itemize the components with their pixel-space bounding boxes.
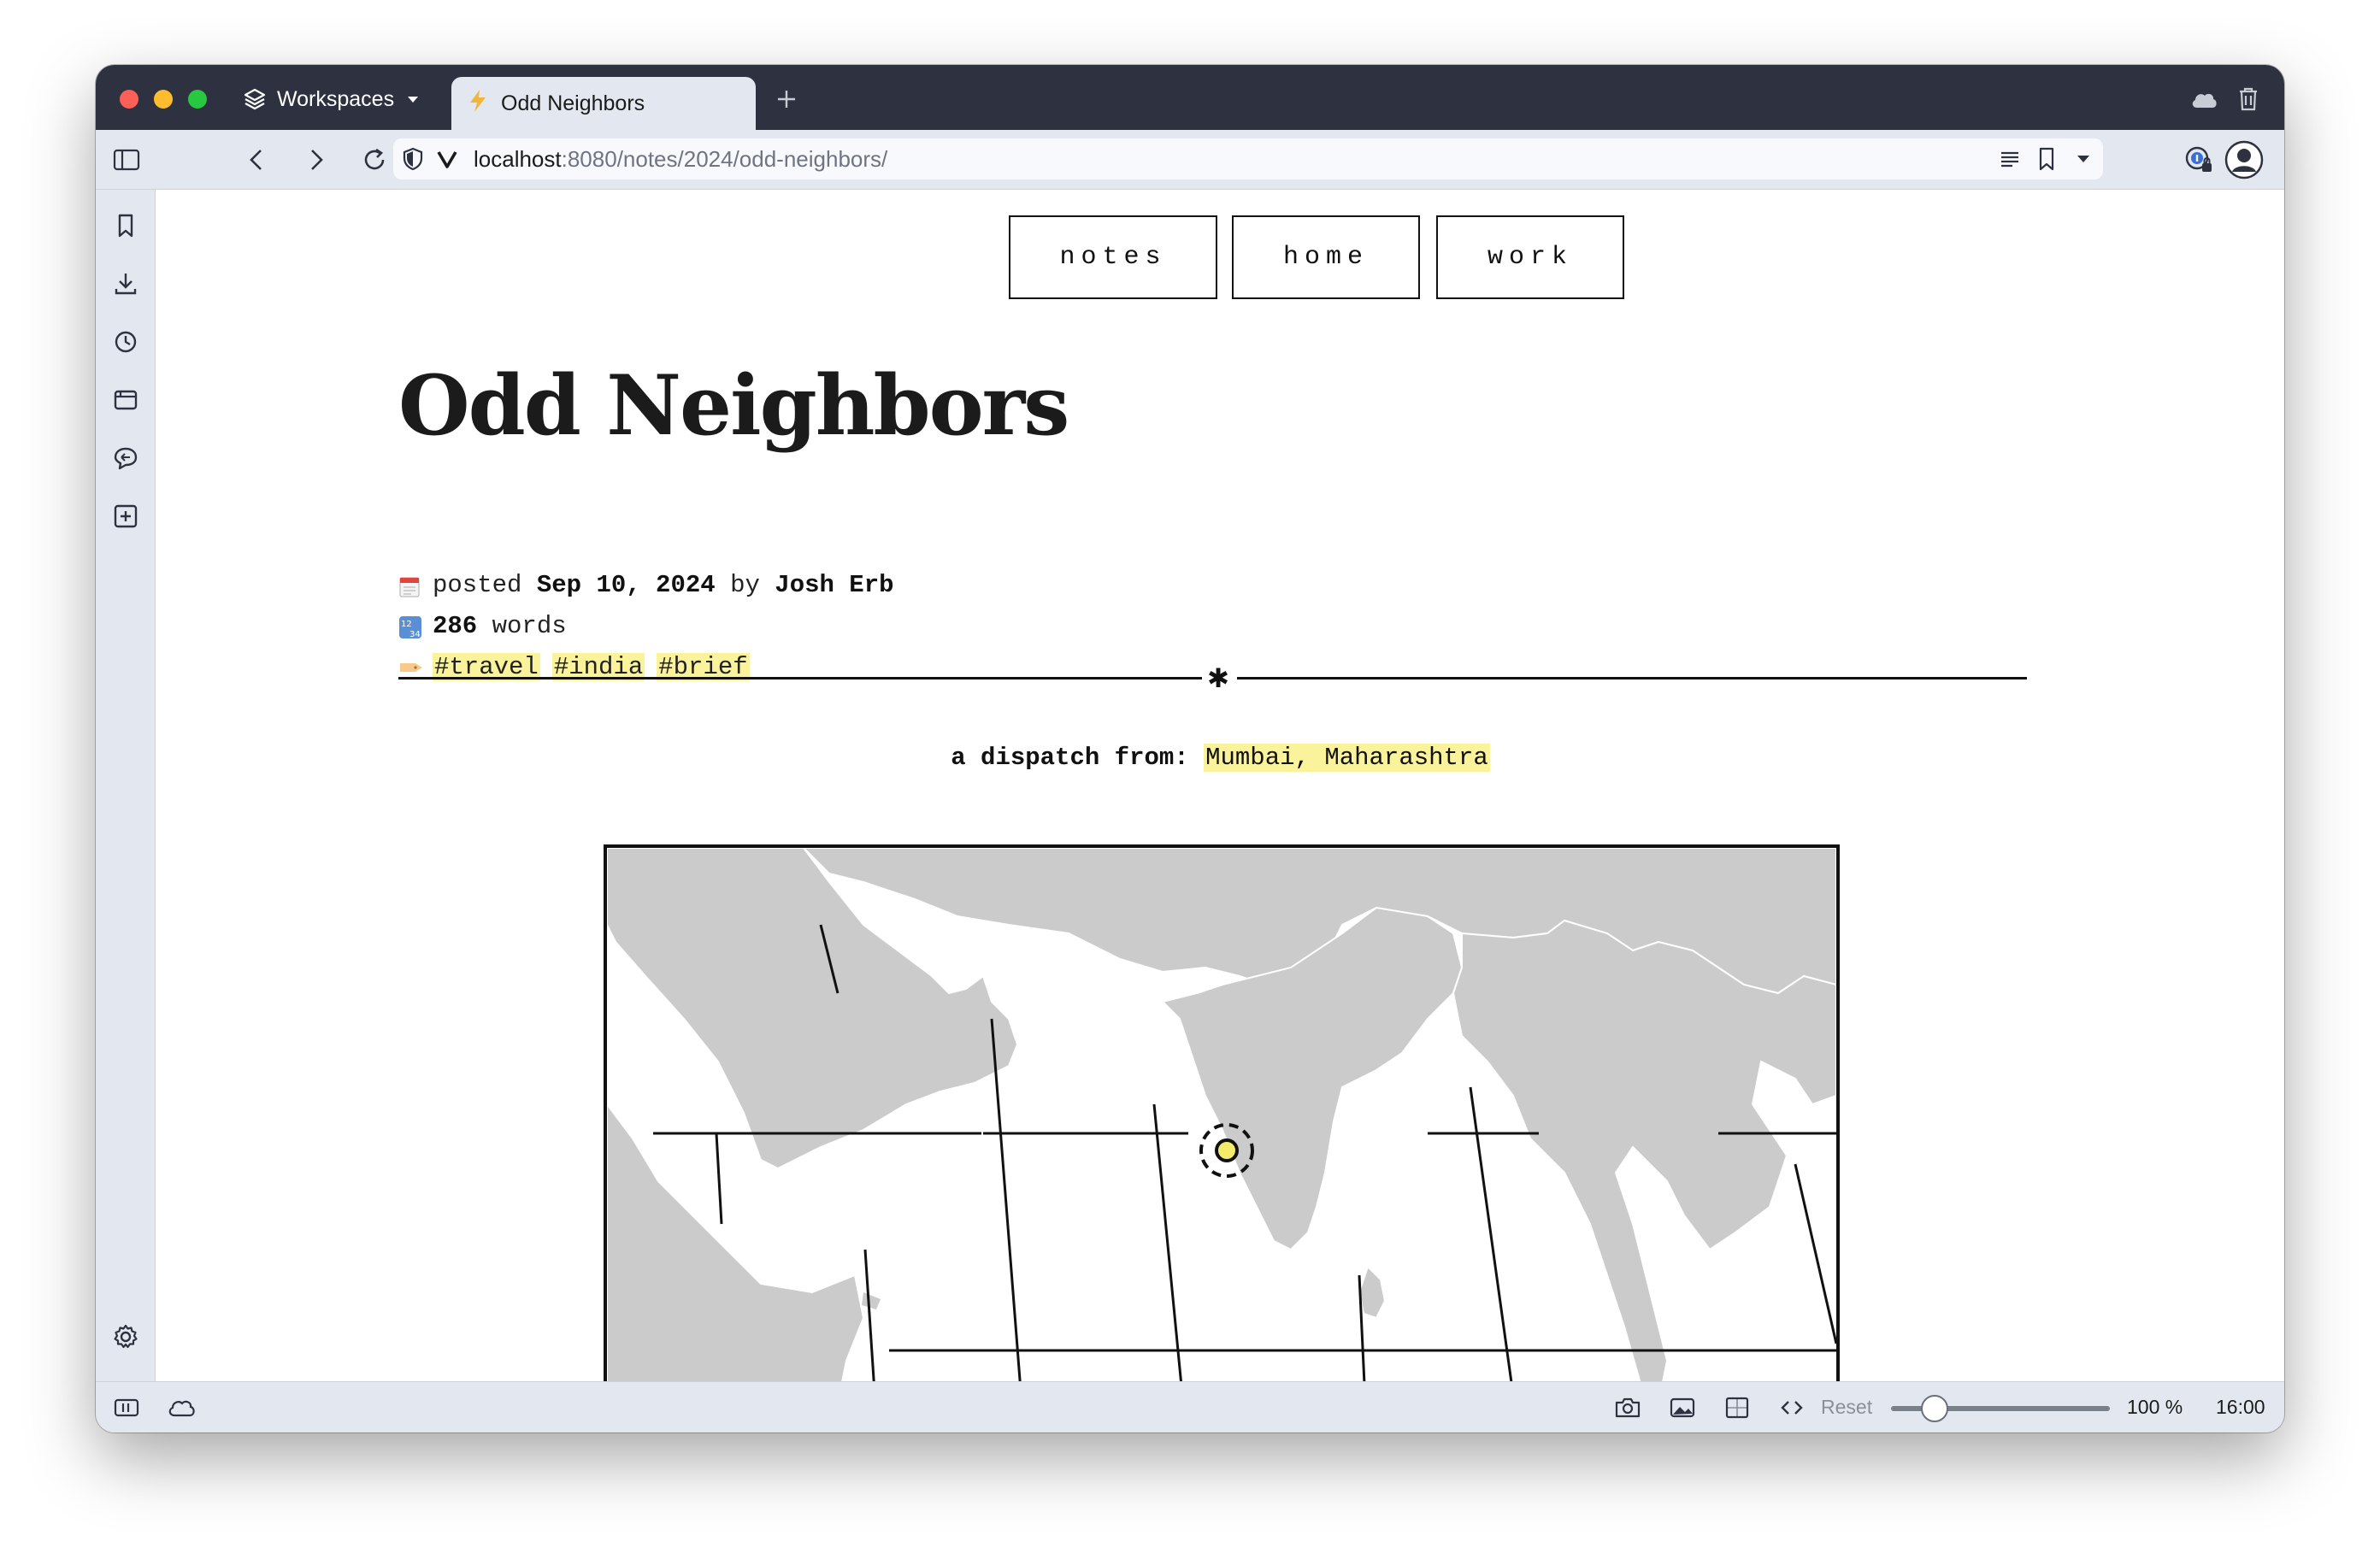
status-bar: Reset 100 % 16:00 <box>96 1381 2284 1433</box>
workspaces-label: Workspaces <box>277 86 395 111</box>
word-count: 286 <box>433 612 478 640</box>
trash-icon <box>2240 87 2257 111</box>
dispatch-line: a dispatch from: Mumbai, Maharashtra <box>156 744 2284 772</box>
numbers-icon: 12 34 <box>398 615 421 639</box>
caret-down-icon <box>404 91 421 108</box>
shield-icon[interactable] <box>402 147 424 175</box>
layers-icon <box>243 87 267 111</box>
chat-panel-button[interactable] <box>109 441 143 475</box>
close-window-button[interactable] <box>120 90 138 109</box>
gear-icon <box>114 1324 138 1349</box>
address-bar[interactable]: localhost:8080/notes/2024/odd-neighbors/ <box>393 138 2103 179</box>
reload-button[interactable] <box>357 143 392 177</box>
reader-view-icon[interactable] <box>1999 149 2021 174</box>
nav-work-button[interactable]: work <box>1436 215 1624 299</box>
zoom-level: 100 % <box>2127 1396 2183 1418</box>
dispatch-label: a dispatch from: <box>951 744 1189 772</box>
post-date-row: posted Sep 10, 2024 by Josh Erb <box>398 571 894 599</box>
side-panel <box>96 190 156 1381</box>
window-icon <box>114 390 138 410</box>
toggle-sidebar-button[interactable] <box>109 143 144 177</box>
sync-cloud-button[interactable] <box>2189 84 2219 115</box>
page-title: Odd Neighbors <box>398 357 1069 454</box>
tab-odd-neighbors[interactable]: Odd Neighbors <box>451 77 756 130</box>
back-button[interactable] <box>239 143 274 177</box>
dispatch-location[interactable]: Mumbai, Maharashtra <box>1204 744 1490 772</box>
bookmark-icon[interactable] <box>2036 146 2057 176</box>
bookmarks-panel-button[interactable] <box>109 209 143 243</box>
zoom-reset-button[interactable]: Reset <box>1821 1396 1872 1419</box>
zoom-slider-thumb[interactable] <box>1921 1395 1949 1422</box>
download-icon <box>115 274 137 295</box>
bookmark-icon <box>118 214 133 238</box>
divider-right <box>1237 677 2027 679</box>
sidebar-icon <box>113 149 140 171</box>
trash-button[interactable] <box>2233 84 2264 115</box>
reload-icon <box>364 148 385 170</box>
label-tag-icon <box>398 656 422 679</box>
extension-button[interactable] <box>2182 143 2216 177</box>
profile-avatar[interactable] <box>2224 140 2264 179</box>
clock-icon <box>115 331 137 353</box>
url-text: localhost:8080/notes/2024/odd-neighbors/ <box>474 146 888 172</box>
user-avatar-icon <box>2224 140 2264 179</box>
divider-left <box>398 677 1202 679</box>
password-manager-icon <box>2185 146 2212 172</box>
svg-text:34: 34 <box>409 630 421 639</box>
new-tab-button[interactable] <box>771 84 802 115</box>
page-tiling-button[interactable] <box>1720 1391 1754 1425</box>
add-square-icon <box>114 504 138 528</box>
settings-button[interactable] <box>109 1320 143 1354</box>
tab-bar: Workspaces Odd Neighbors <box>96 65 2284 130</box>
chevron-left-icon <box>250 150 262 170</box>
code-brackets-icon <box>1781 1401 1803 1415</box>
dropdown-caret-icon[interactable] <box>2074 150 2093 172</box>
posted-prefix: posted <box>433 571 522 599</box>
sync-status-button[interactable] <box>164 1391 198 1425</box>
screenshot-button[interactable] <box>1611 1391 1645 1425</box>
nav-home-button[interactable]: home <box>1232 215 1420 299</box>
forward-button[interactable] <box>299 143 333 177</box>
by-word: by <box>730 571 760 599</box>
cloud-outline-icon <box>168 1400 195 1417</box>
minimize-window-button[interactable] <box>154 90 173 109</box>
page-content: notes home work Odd Neighbors posted Sep… <box>156 190 2284 1381</box>
svg-text:12: 12 <box>401 620 412 629</box>
downloads-panel-button[interactable] <box>109 267 143 301</box>
workspaces-button[interactable]: Workspaces <box>243 82 421 116</box>
cloud-icon <box>2192 93 2217 108</box>
bolt-icon <box>467 88 489 120</box>
calendar-icon <box>398 574 421 597</box>
panel-toggle-button[interactable] <box>109 1391 144 1425</box>
tab-title: Odd Neighbors <box>501 91 645 115</box>
vivaldi-v-icon <box>436 149 458 174</box>
post-date: Sep 10, 2024 <box>536 571 716 599</box>
camera-icon <box>1615 1397 1641 1418</box>
chat-bubble-icon <box>114 447 138 470</box>
address-toolbar: localhost:8080/notes/2024/odd-neighbors/ <box>96 130 2284 190</box>
divider-star: ✱ <box>1208 660 1229 698</box>
tiling-icon <box>1725 1397 1749 1419</box>
history-panel-button[interactable] <box>109 325 143 359</box>
images-toggle-button[interactable] <box>1665 1391 1700 1425</box>
clock-time: 16:00 <box>2216 1396 2265 1418</box>
maximize-window-button[interactable] <box>188 90 207 109</box>
browser-window: Workspaces Odd Neighbors localhost:8080/… <box>96 65 2284 1433</box>
words-label: words <box>492 612 567 640</box>
location-map <box>604 844 1840 1381</box>
word-count-row: 12 34 286 words <box>398 612 567 640</box>
map-graphic <box>607 848 1836 1381</box>
panel-toggle-icon <box>114 1398 139 1417</box>
post-author: Josh Erb <box>775 571 894 599</box>
image-icon <box>1670 1397 1695 1418</box>
chevron-right-icon <box>311 150 323 170</box>
window-panel-button[interactable] <box>109 383 143 417</box>
sri-lanka-landmass <box>1358 1265 1387 1320</box>
plus-icon <box>778 91 795 108</box>
nav-notes-button[interactable]: notes <box>1009 215 1217 299</box>
add-panel-button[interactable] <box>109 499 143 533</box>
page-actions-button[interactable] <box>1775 1391 1809 1425</box>
